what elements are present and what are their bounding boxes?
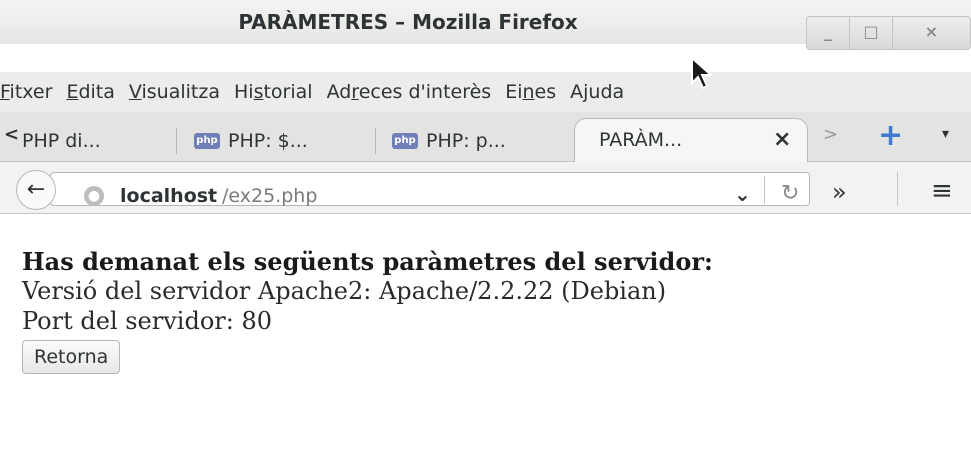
hamburger-menu-icon[interactable]: ≡ — [931, 176, 953, 206]
tab-strip: < PHP di... php PHP: $... php PHP: p... … — [0, 112, 971, 164]
mouse-cursor-icon — [691, 57, 714, 90]
maximize-icon: □ — [863, 22, 879, 41]
site-identity-globe-icon[interactable]: ● — [84, 186, 104, 206]
tab-label: PHP di... — [22, 130, 101, 152]
toolbar-divider — [897, 172, 898, 206]
tab-scroll-right-button[interactable]: > — [823, 124, 838, 145]
reload-icon[interactable]: ↻ — [781, 181, 799, 206]
tab-php-di[interactable]: PHP di... — [14, 120, 101, 162]
menu-bar: Fitxer Edita Visualitza Historial Adrece… — [0, 72, 971, 112]
tab-php-p[interactable]: php PHP: p... — [384, 120, 506, 162]
php-icon: php — [392, 133, 418, 149]
server-port-text: Port del servidor: 80 — [22, 307, 273, 335]
close-icon: × — [924, 22, 939, 41]
menu-ajuda[interactable]: Ajuda — [563, 81, 631, 103]
tab-label: PHP: p... — [426, 130, 506, 152]
menu-eines[interactable]: Eines — [498, 81, 563, 103]
server-version-text: Versió del servidor Apache2: Apache/2.2.… — [22, 277, 667, 305]
menu-fitxer[interactable]: Fitxer — [0, 81, 59, 103]
page-content: Has demanat els següents paràmetres del … — [22, 248, 962, 374]
url-history-dropdown-icon[interactable]: ⌄ — [734, 182, 751, 206]
new-tab-plus-icon[interactable]: + — [878, 118, 903, 153]
minimize-button[interactable]: _ — [806, 16, 850, 50]
page-heading: Has demanat els següents paràmetres del … — [22, 247, 713, 276]
tab-label: PARÀM... — [599, 129, 683, 151]
url-path[interactable]: /ex25.php — [222, 185, 317, 207]
return-button[interactable]: Retorna — [22, 340, 121, 374]
window-title: PARÀMETRES – Mozilla Firefox — [238, 10, 578, 34]
tab-label: PHP: $... — [228, 130, 308, 152]
tab-list-dropdown-icon[interactable]: ▾ — [942, 126, 949, 142]
url-host[interactable]: localhost — [120, 185, 217, 207]
toolbar-overflow-icon[interactable]: » — [832, 178, 847, 206]
tab-close-icon[interactable]: × — [773, 127, 791, 152]
menu-visualitza[interactable]: Visualitza — [122, 81, 227, 103]
back-arrow-icon[interactable]: ← — [16, 170, 56, 210]
close-window-button[interactable]: × — [892, 16, 971, 50]
url-divider — [764, 176, 765, 204]
menu-adreces[interactable]: Adreces d'interès — [320, 81, 499, 103]
tab-separator — [176, 128, 177, 154]
tab-active-parametres[interactable]: PARÀM... × — [574, 118, 808, 164]
tab-separator — [375, 128, 376, 154]
minimize-icon: _ — [824, 22, 832, 41]
maximize-button[interactable]: □ — [849, 16, 893, 50]
menu-edita[interactable]: Edita — [59, 81, 121, 103]
php-icon: php — [194, 133, 220, 149]
menu-historial[interactable]: Historial — [227, 81, 320, 103]
tab-php-dollar[interactable]: php PHP: $... — [186, 120, 308, 162]
